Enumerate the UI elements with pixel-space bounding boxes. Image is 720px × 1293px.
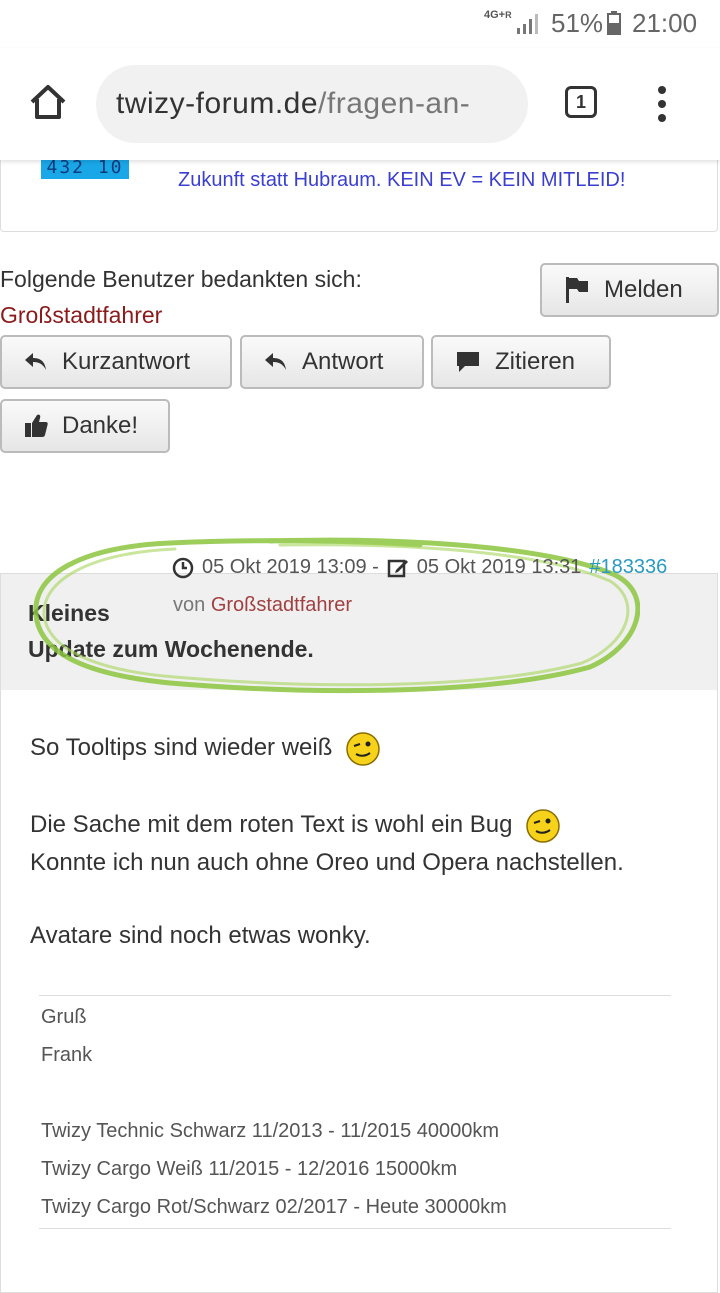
paragraph-text: Die Sache mit dem roten Text is wohl ein… — [30, 811, 513, 838]
thanks-label-btn: Danke! — [62, 412, 139, 439]
forum-post: Kleines Update zum Wochenende. von Großs… — [0, 573, 718, 1293]
quote-label: Zitieren — [495, 348, 576, 375]
speech-bubble-icon — [457, 352, 479, 372]
network-type: 4G+ — [484, 9, 506, 21]
quick-reply-button[interactable]: Kurzantwort — [0, 335, 232, 389]
post-paragraph: Avatare sind noch etwas wonky. — [30, 922, 371, 949]
tab-switcher-button[interactable]: 1 — [565, 86, 597, 118]
reply-label: Antwort — [302, 348, 384, 375]
wink-smiley-icon — [526, 808, 560, 843]
edit-icon — [387, 559, 408, 577]
wink-smiley-icon — [346, 731, 380, 766]
reply-icon — [265, 353, 286, 370]
author-prefix: von — [173, 594, 206, 616]
report-button[interactable]: Melden — [540, 263, 719, 317]
thanks-user-link[interactable]: Großstadtfahrer — [0, 302, 162, 329]
url-domain: twizy-forum.de — [116, 87, 319, 120]
post-author: von Großstadtfahrer — [173, 594, 352, 617]
reply-icon — [25, 353, 46, 370]
signature-line: Twizy Technic Schwarz 11/2013 - 11/2015 … — [41, 1120, 500, 1142]
post-edited-date: 05 Okt 2019 13:31 — [416, 556, 582, 578]
signature-line: Twizy Cargo Rot/Schwarz 02/2017 - Heute … — [41, 1196, 507, 1218]
status-bar: 4G+R 51% 21:00 — [0, 0, 720, 48]
thanks-button[interactable]: Danke! — [0, 399, 170, 453]
url-path: /fragen-an- — [318, 87, 471, 120]
signal-icon — [517, 14, 538, 34]
browser-toolbar: twizy-forum.de/fragen-an- 1 — [0, 48, 720, 160]
report-label: Melden — [604, 276, 683, 303]
tab-count: 1 — [575, 92, 586, 112]
battery-percent: 51% — [551, 8, 604, 38]
post-created-date: 05 Okt 2019 13:09 - — [202, 556, 379, 578]
signature-name: Frank — [41, 1044, 93, 1066]
thumbs-up-icon — [25, 414, 48, 437]
post-title-line2: Update zum Wochenende. — [28, 636, 314, 662]
paragraph-text: Konnte ich nun auch ohne Oreo und Opera … — [30, 849, 624, 876]
battery-icon — [607, 11, 621, 35]
network-indicator: 4G+R — [484, 10, 512, 21]
odometer-image: 432 10 — [41, 157, 129, 179]
quick-reply-label: Kurzantwort — [62, 348, 191, 375]
flag-icon — [566, 277, 588, 303]
post-signature: Gruß Frank Twizy Technic Schwarz 11/2013… — [39, 995, 671, 1229]
signature-slogan: Zukunft statt Hubraum. KEIN EV = KEIN MI… — [178, 169, 626, 191]
author-link[interactable]: Großstadtfahrer — [211, 594, 352, 616]
clock: 21:00 — [632, 8, 698, 38]
signature-greeting: Gruß — [41, 1006, 87, 1028]
clock-icon — [172, 557, 194, 578]
paragraph-text: So Tooltips sind wieder weiß — [30, 734, 333, 761]
signature-line: Twizy Cargo Weiß 11/2015 - 12/2016 15000… — [41, 1158, 458, 1180]
address-bar[interactable]: twizy-forum.de/fragen-an- — [96, 65, 528, 143]
post-paragraph: So Tooltips sind wieder weiß — [30, 729, 381, 767]
quote-button[interactable]: Zitieren — [431, 335, 611, 389]
roaming-indicator: R — [505, 10, 512, 20]
reply-button[interactable]: Antwort — [240, 335, 424, 389]
more-options-icon[interactable] — [652, 84, 672, 124]
post-meta: 05 Okt 2019 13:09 - 05 Okt 2019 13:31 #1… — [172, 556, 667, 579]
thanks-label: Folgende Benutzer bedankten sich: — [0, 266, 362, 292]
home-icon[interactable] — [28, 82, 68, 122]
post-paragraph: Die Sache mit dem roten Text is wohl ein… — [30, 806, 624, 882]
post-permalink[interactable]: #183336 — [589, 556, 667, 579]
url-text: twizy-forum.de/fragen-an- — [116, 87, 470, 121]
post-header: Kleines Update zum Wochenende. von Großs… — [1, 574, 717, 690]
